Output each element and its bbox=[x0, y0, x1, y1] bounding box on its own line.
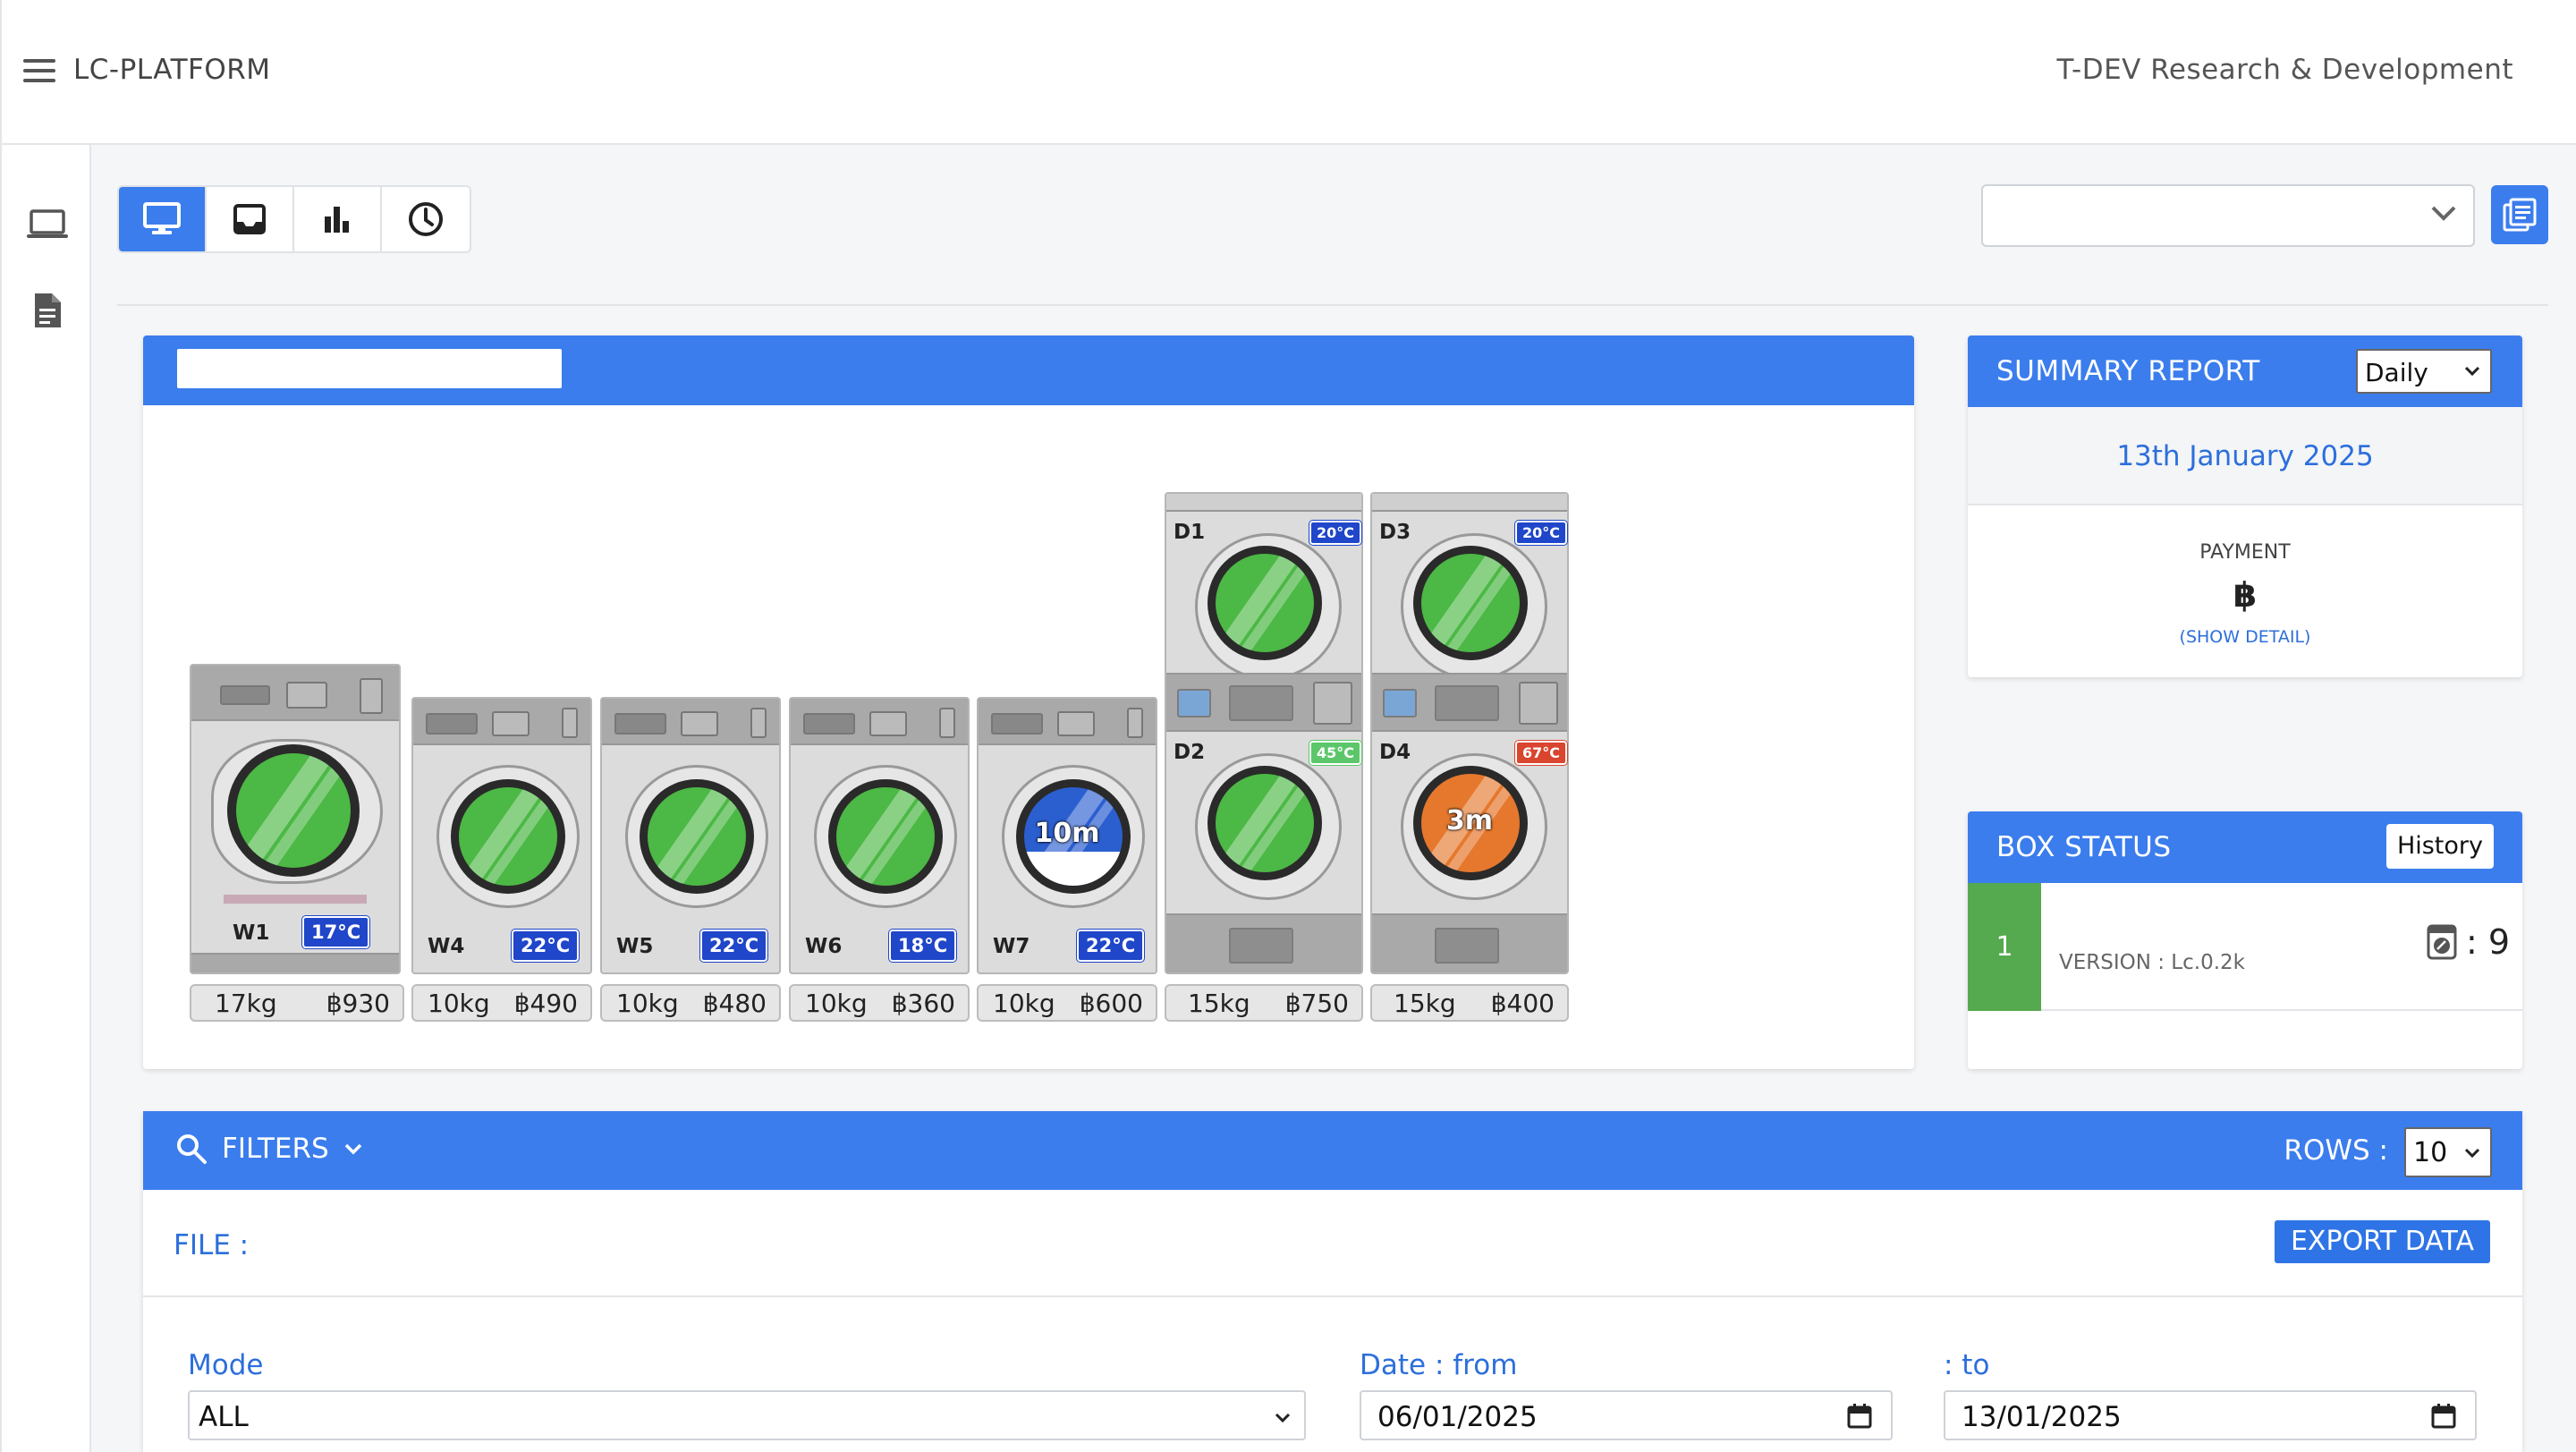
calendar-icon[interactable] bbox=[2430, 1403, 2457, 1430]
chevron-down-icon bbox=[1275, 1413, 1291, 1423]
machine-label: 17kg ฿930 bbox=[190, 984, 404, 1022]
list-icon bbox=[2503, 198, 2537, 232]
file-row: FILE : EXPORT DATA bbox=[143, 1190, 2522, 1297]
dryer-stack-d1-d2: D1 20°C D2 45°C 15kg ฿750 bbox=[1165, 492, 1363, 1022]
washer-w1[interactable]: W1 17°C 17kg ฿930 bbox=[190, 664, 404, 1022]
box-number: 1 bbox=[1968, 883, 2041, 1011]
tab-inbox[interactable] bbox=[207, 187, 294, 251]
filters-card: FILTERS ROWS : 10 FILE : EXPORT DATA Mod… bbox=[143, 1111, 2522, 1452]
dryer-d2-name[interactable]: D2 bbox=[1174, 741, 1205, 764]
calendar-icon[interactable] bbox=[1846, 1403, 1873, 1430]
temperature-badge: 20°C bbox=[1309, 521, 1362, 545]
dryer-stack-d3-d4: D3 20°C D4 67°C 3m 15kg ฿400 bbox=[1370, 492, 1569, 1022]
washer-w5[interactable]: W5 22°C 10kg ฿480 bbox=[600, 697, 781, 1022]
mode-label: Mode bbox=[188, 1349, 264, 1381]
summary-date: 13th January 2025 bbox=[1968, 407, 2522, 505]
temperature-badge: 22°C bbox=[1077, 930, 1145, 962]
file-label: FILE : bbox=[174, 1229, 250, 1261]
box-status-card: BOX STATUS History 1 VERSION : Lc.0.2k :… bbox=[1968, 811, 2522, 1069]
machine-label: 15kg ฿750 bbox=[1165, 984, 1363, 1022]
box-version: VERSION : Lc.0.2k bbox=[2059, 951, 2245, 974]
show-detail-link[interactable]: (SHOW DETAIL) bbox=[1968, 627, 2522, 647]
inbox-icon bbox=[233, 204, 266, 234]
tab-history[interactable] bbox=[382, 187, 470, 251]
payment-label: PAYMENT bbox=[2199, 541, 2291, 564]
app-title: LC-PLATFORM bbox=[73, 54, 271, 86]
clock-icon bbox=[409, 202, 443, 236]
summary-title: SUMMARY REPORT bbox=[1996, 355, 2260, 387]
filters-header: FILTERS ROWS : 10 bbox=[143, 1111, 2522, 1190]
machine-label: 10kg ฿600 bbox=[977, 984, 1157, 1022]
machine-name: W1 bbox=[233, 921, 270, 945]
temperature-badge: 45°C bbox=[1309, 741, 1362, 765]
tab-machines[interactable] bbox=[119, 187, 207, 251]
list-button[interactable] bbox=[2491, 185, 2548, 244]
machines-panel: W1 17°C 17kg ฿930 W4 22°C 10kg ฿490 W5 2… bbox=[143, 335, 1914, 1069]
bar-chart-icon bbox=[325, 207, 349, 233]
remaining-time: 3m bbox=[1445, 805, 1494, 836]
view-tabs bbox=[117, 185, 471, 253]
search-icon bbox=[177, 1134, 207, 1164]
machine-name: W5 bbox=[616, 935, 654, 958]
location-select[interactable] bbox=[1981, 184, 2475, 247]
chevron-down-icon bbox=[2464, 1148, 2480, 1159]
machine-label: 10kg ฿480 bbox=[600, 984, 781, 1022]
laptop-icon[interactable] bbox=[25, 202, 70, 247]
summary-report-card: SUMMARY REPORT Daily 13th January 2025 P… bbox=[1968, 335, 2522, 677]
payment-value: ฿ bbox=[2233, 575, 2258, 615]
box-row[interactable]: 1 VERSION : Lc.0.2k : 9 bbox=[1968, 883, 2522, 1011]
tab-reports[interactable] bbox=[294, 187, 382, 251]
mode-select[interactable]: ALL bbox=[188, 1390, 1306, 1440]
machine-name: W4 bbox=[428, 935, 465, 958]
machine-name: W7 bbox=[993, 935, 1030, 958]
temperature-badge: 22°C bbox=[512, 930, 580, 962]
history-button[interactable]: History bbox=[2385, 824, 2494, 869]
washer-w4[interactable]: W4 22°C 10kg ฿490 bbox=[411, 697, 592, 1022]
box-machine-count: : 9 bbox=[2427, 922, 2510, 962]
machine-name: W6 bbox=[805, 935, 843, 958]
divider bbox=[117, 304, 2548, 306]
date-to-input[interactable]: 13/01/2025 bbox=[1944, 1390, 2477, 1440]
temperature-badge: 22°C bbox=[700, 930, 768, 962]
machines-header bbox=[143, 335, 1914, 405]
dryer-d4-name[interactable]: D4 bbox=[1379, 741, 1411, 764]
temperature-badge: 18°C bbox=[889, 930, 957, 962]
box-status-title: BOX STATUS bbox=[1996, 831, 2172, 863]
date-to-label: : to bbox=[1944, 1349, 1990, 1381]
machine-label: 10kg ฿490 bbox=[411, 984, 592, 1022]
summary-header: SUMMARY REPORT Daily bbox=[1968, 335, 2522, 407]
store-name-box bbox=[177, 349, 562, 388]
temperature-badge: 20°C bbox=[1515, 521, 1568, 545]
machine-label: 15kg ฿400 bbox=[1370, 984, 1569, 1022]
rows-label: ROWS : bbox=[2284, 1134, 2388, 1167]
temperature-badge: 67°C bbox=[1515, 741, 1568, 765]
chevron-down-icon bbox=[2431, 206, 2456, 221]
chevron-down-icon bbox=[2464, 366, 2480, 377]
rows-select[interactable]: 10 bbox=[2404, 1127, 2492, 1177]
washing-machine-icon bbox=[2427, 924, 2457, 960]
top-bar: LC-PLATFORM T-DEV Research & Development bbox=[0, 0, 2576, 145]
sidebar bbox=[0, 145, 91, 1452]
chevron-down-icon bbox=[344, 1143, 361, 1155]
remaining-time: 10m bbox=[1034, 818, 1100, 849]
dryer-d3-name[interactable]: D3 bbox=[1379, 521, 1411, 544]
company-name: T-DEV Research & Development bbox=[2056, 54, 2513, 86]
menu-icon[interactable] bbox=[23, 59, 55, 82]
dryer-d1-name[interactable]: D1 bbox=[1174, 521, 1205, 544]
temperature-badge: 17°C bbox=[302, 916, 370, 948]
box-status-header: BOX STATUS History bbox=[1968, 811, 2522, 883]
period-select[interactable]: Daily bbox=[2356, 349, 2492, 394]
date-from-input[interactable]: 06/01/2025 bbox=[1360, 1390, 1893, 1440]
machine-label: 10kg ฿360 bbox=[789, 984, 970, 1022]
monitor-icon bbox=[143, 202, 181, 234]
date-from-label: Date : from bbox=[1360, 1349, 1518, 1381]
washer-w6[interactable]: W6 18°C 10kg ฿360 bbox=[789, 697, 970, 1022]
filters-toggle[interactable]: FILTERS bbox=[175, 1133, 363, 1165]
export-data-button[interactable]: EXPORT DATA bbox=[2274, 1220, 2490, 1263]
washer-w7[interactable]: 10m W7 22°C 10kg ฿600 bbox=[977, 697, 1157, 1022]
document-icon[interactable] bbox=[25, 288, 70, 333]
